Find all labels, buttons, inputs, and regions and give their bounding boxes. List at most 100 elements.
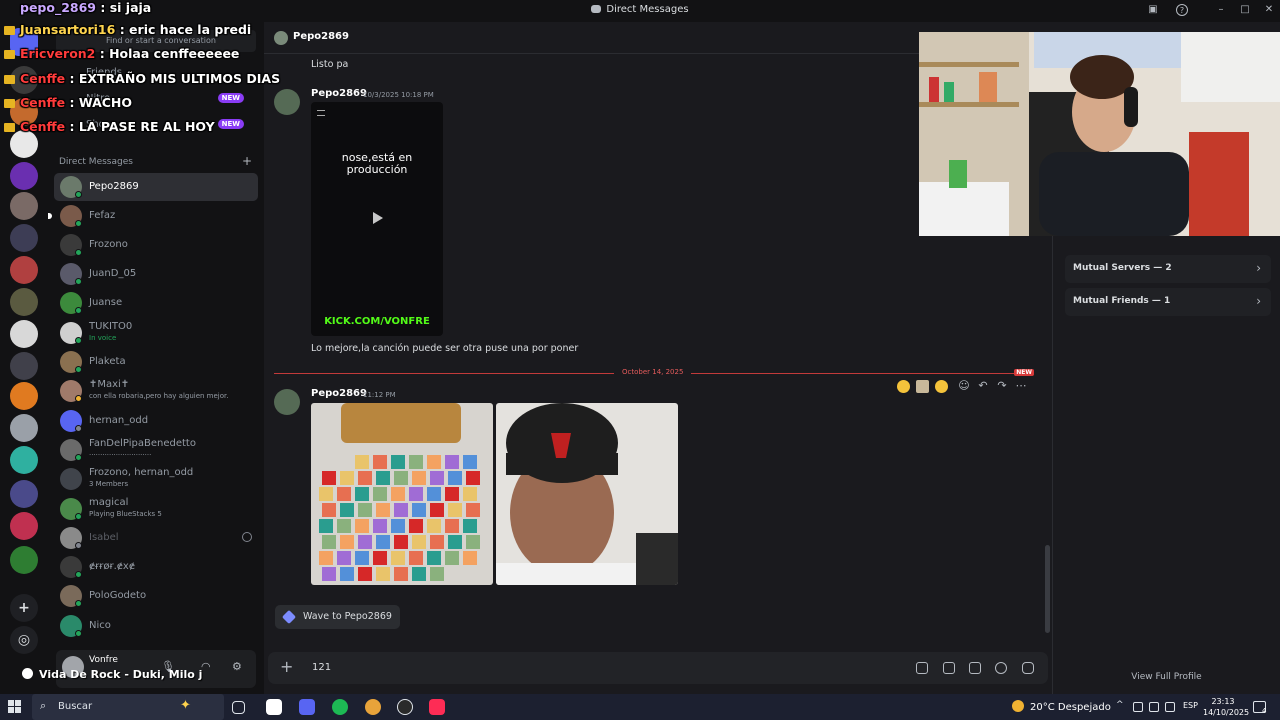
language-indicator[interactable]: ESP: [1183, 701, 1198, 710]
image-attachment-cards[interactable]: [311, 403, 493, 585]
reaction-laugh-icon[interactable]: [897, 380, 910, 393]
dm-item[interactable]: Nico: [54, 612, 258, 640]
add-server-button[interactable]: +: [10, 594, 38, 622]
dm-item[interactable]: Fefaz: [48, 202, 258, 230]
nav-shop[interactable]: Shop NEW: [56, 114, 256, 136]
emoji-icon[interactable]: [995, 662, 1007, 674]
home-button[interactable]: [10, 28, 38, 56]
dm-item[interactable]: PoloGodeto: [54, 582, 258, 610]
dm-item[interactable]: FanDelPipaBenedetto ·····················…: [54, 436, 258, 464]
nav-friends[interactable]: Friends: [56, 62, 256, 84]
dm-item[interactable]: magical Playing BlueStacks 5: [54, 495, 258, 523]
weather-widget[interactable]: 20°C Despejado: [1012, 700, 1111, 713]
mutual-servers-row[interactable]: Mutual Servers — 2 ›: [1065, 255, 1271, 283]
server-icon[interactable]: [10, 320, 38, 348]
tray-volume-icon[interactable]: [1165, 702, 1175, 712]
card-shape: [391, 519, 405, 533]
message-author[interactable]: Pepo2869: [311, 388, 367, 399]
dm-item[interactable]: JuanD_05: [54, 260, 258, 288]
avatar[interactable]: [274, 389, 300, 415]
dm-item[interactable]: Plaketa: [54, 348, 258, 376]
view-full-profile-link[interactable]: View Full Profile: [1053, 672, 1280, 682]
wave-button[interactable]: Wave to Pepo2869: [275, 605, 400, 629]
weather-text: 20°C Despejado: [1030, 702, 1111, 713]
reply-icon[interactable]: ↶: [975, 378, 991, 394]
server-icon[interactable]: [10, 512, 38, 540]
help-icon[interactable]: ?: [1176, 4, 1188, 16]
scrollbar[interactable]: [1045, 545, 1050, 633]
create-dm-icon[interactable]: +: [242, 154, 252, 168]
dm-item[interactable]: Frozono: [54, 231, 258, 259]
settings-gear-icon[interactable]: ⚙: [232, 660, 242, 673]
taskbar-clock[interactable]: 23:13 14/10/2025: [1203, 696, 1249, 718]
obs-app-icon[interactable]: [397, 699, 413, 715]
status-indicator: [75, 337, 82, 344]
server-icon[interactable]: [10, 256, 38, 284]
video-attachment[interactable]: nose,está en producción KICK.COM/VONFRE: [311, 102, 443, 336]
card-shape: [394, 535, 408, 549]
server-icon[interactable]: [10, 352, 38, 380]
dm-item[interactable]: Pepo2869: [54, 173, 258, 201]
tiktok-app-icon[interactable]: [429, 699, 445, 715]
reaction-goat-icon[interactable]: [916, 380, 929, 393]
reaction-shock-icon[interactable]: [935, 380, 948, 393]
dm-item[interactable]: ✝Maxi✝ con ella robaria,pero hay alguien …: [54, 377, 258, 405]
dm-item[interactable]: Isabel: [54, 524, 258, 552]
nav-nitro[interactable]: Nitro NEW: [56, 88, 256, 110]
more-options-icon[interactable]: ⋯: [1013, 378, 1029, 394]
find-conversation-input[interactable]: Find or start a conversation: [56, 30, 256, 52]
message-composer[interactable]: + 121: [268, 652, 1048, 684]
tray-network-icon[interactable]: [1133, 702, 1143, 712]
server-icon[interactable]: [10, 288, 38, 316]
taskbar-search[interactable]: ⌕ Buscar ✦: [32, 694, 224, 720]
server-icon[interactable]: [10, 446, 38, 474]
server-icon[interactable]: [10, 224, 38, 252]
composer-input[interactable]: 121: [312, 662, 331, 673]
avatar[interactable]: [274, 31, 288, 45]
status-indicator: [75, 278, 82, 285]
image-attachment-selfie[interactable]: [496, 403, 678, 585]
server-icon[interactable]: [10, 66, 38, 94]
task-view-icon[interactable]: [232, 701, 245, 714]
spotify-app-icon[interactable]: [332, 699, 348, 715]
app-icon[interactable]: [266, 699, 282, 715]
server-icon[interactable]: [10, 414, 38, 442]
message-author[interactable]: Pepo2869: [311, 88, 367, 99]
card-shape: [376, 567, 390, 581]
mutual-friends-row[interactable]: Mutual Friends — 1 ›: [1065, 288, 1271, 316]
server-icon[interactable]: [10, 480, 38, 508]
dm-name: Nico: [89, 620, 111, 631]
forward-icon[interactable]: ↷: [994, 378, 1010, 394]
inbox-icon[interactable]: ▣: [1146, 3, 1160, 17]
dm-item[interactable]: TUKITO0 In voice: [54, 319, 258, 347]
avatar[interactable]: [274, 89, 300, 115]
dm-item[interactable]: Frozono, hernan_odd 3 Members: [54, 465, 258, 493]
server-icon[interactable]: [10, 382, 38, 410]
discord-app-icon[interactable]: [299, 699, 315, 715]
tray-chevron-icon[interactable]: ^: [1116, 700, 1126, 710]
attach-plus-icon[interactable]: +: [280, 657, 293, 676]
gif-icon[interactable]: [943, 662, 955, 674]
server-icon[interactable]: [10, 162, 38, 190]
card-shape: [409, 455, 423, 469]
dm-item[interactable]: hernan_odd: [54, 407, 258, 435]
server-icon[interactable]: [10, 130, 38, 158]
server-icon[interactable]: [10, 192, 38, 220]
maximize-button[interactable]: □: [1238, 3, 1252, 17]
start-button[interactable]: [8, 700, 22, 714]
explore-servers-button[interactable]: ◎: [10, 626, 38, 654]
tray-app-icon[interactable]: [1149, 702, 1159, 712]
headphones-icon[interactable]: ◠: [201, 660, 211, 673]
play-icon[interactable]: [373, 212, 383, 224]
dm-item[interactable]: Juanse: [54, 289, 258, 317]
sticker-icon[interactable]: [969, 662, 981, 674]
server-icon[interactable]: [10, 98, 38, 126]
dm-item[interactable]: ɇɍɍøɍ.ɇxɇ: [54, 553, 258, 581]
server-icon[interactable]: [10, 546, 38, 574]
close-button[interactable]: ✕: [1262, 3, 1276, 17]
gift-icon[interactable]: [916, 662, 928, 674]
add-reaction-icon[interactable]: ☺: [956, 378, 972, 394]
apps-icon[interactable]: [1022, 662, 1034, 674]
chrome-app-icon[interactable]: [365, 699, 381, 715]
minimize-button[interactable]: –: [1214, 3, 1228, 17]
